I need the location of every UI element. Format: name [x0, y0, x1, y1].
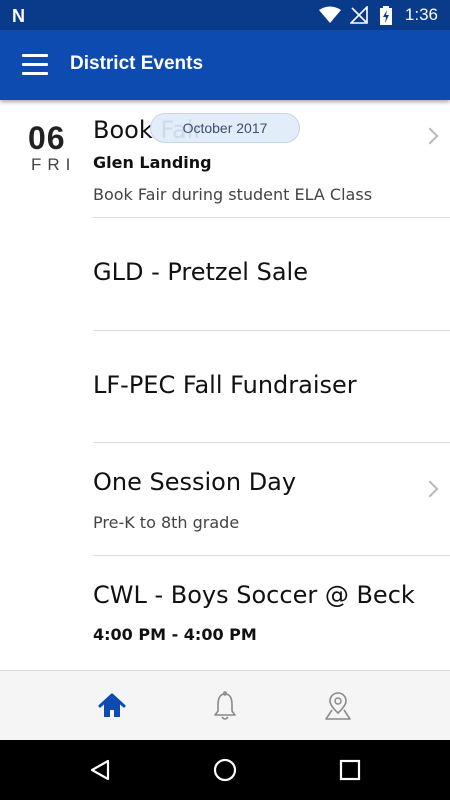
home-icon	[98, 693, 126, 717]
event-time: 4:00 PM - 4:00 PM	[93, 625, 257, 644]
clock: 1:36	[404, 5, 438, 24]
recents-square-icon	[339, 759, 361, 781]
map-pin-icon	[325, 692, 351, 720]
home-circle-icon	[213, 758, 237, 782]
event-title: GLD - Pretzel Sale	[93, 258, 308, 286]
event-description: Book Fair during student ELA Class	[93, 185, 373, 204]
status-bar: N 1:36	[0, 0, 450, 30]
page-title: District Events	[70, 53, 204, 74]
event-list: 06 FRI Book Fair Glen Landing Book Fair …	[0, 100, 450, 670]
event-title: CWL - Boys Soccer @ Beck	[93, 581, 415, 609]
tab-locations[interactable]	[263, 671, 413, 741]
battery-charging-icon	[380, 6, 392, 25]
bottom-nav	[0, 670, 450, 740]
event-description: Pre-K to 8th grade	[93, 513, 240, 532]
signal-off-icon	[350, 6, 368, 24]
recents-button[interactable]	[275, 740, 425, 800]
android-n-icon: N	[12, 6, 25, 26]
day-name: FRI	[31, 155, 77, 174]
day-number: 06	[28, 120, 66, 156]
event-item[interactable]: CWL - Boys Soccer @ Beck 4:00 PM - 4:00 …	[93, 556, 450, 670]
event-item[interactable]: One Session Day Pre-K to 8th grade	[93, 443, 450, 556]
app-bar: District Events	[0, 30, 450, 100]
wifi-icon	[319, 6, 341, 23]
event-item[interactable]: LF-PEC Fall Fundraiser	[93, 331, 450, 443]
back-triangle-icon	[90, 759, 110, 781]
system-nav-bar	[0, 740, 450, 800]
month-indicator: October 2017	[150, 113, 300, 143]
event-title: LF-PEC Fall Fundraiser	[93, 371, 357, 399]
chevron-right-icon	[421, 480, 439, 498]
event-location: Glen Landing	[93, 153, 212, 172]
date-header: 06 FRI	[28, 120, 78, 175]
bell-icon	[214, 691, 236, 720]
hamburger-menu-icon[interactable]	[22, 54, 48, 76]
event-title: One Session Day	[93, 468, 297, 496]
event-item[interactable]: GLD - Pretzel Sale	[93, 218, 450, 331]
chevron-right-icon	[421, 127, 439, 145]
